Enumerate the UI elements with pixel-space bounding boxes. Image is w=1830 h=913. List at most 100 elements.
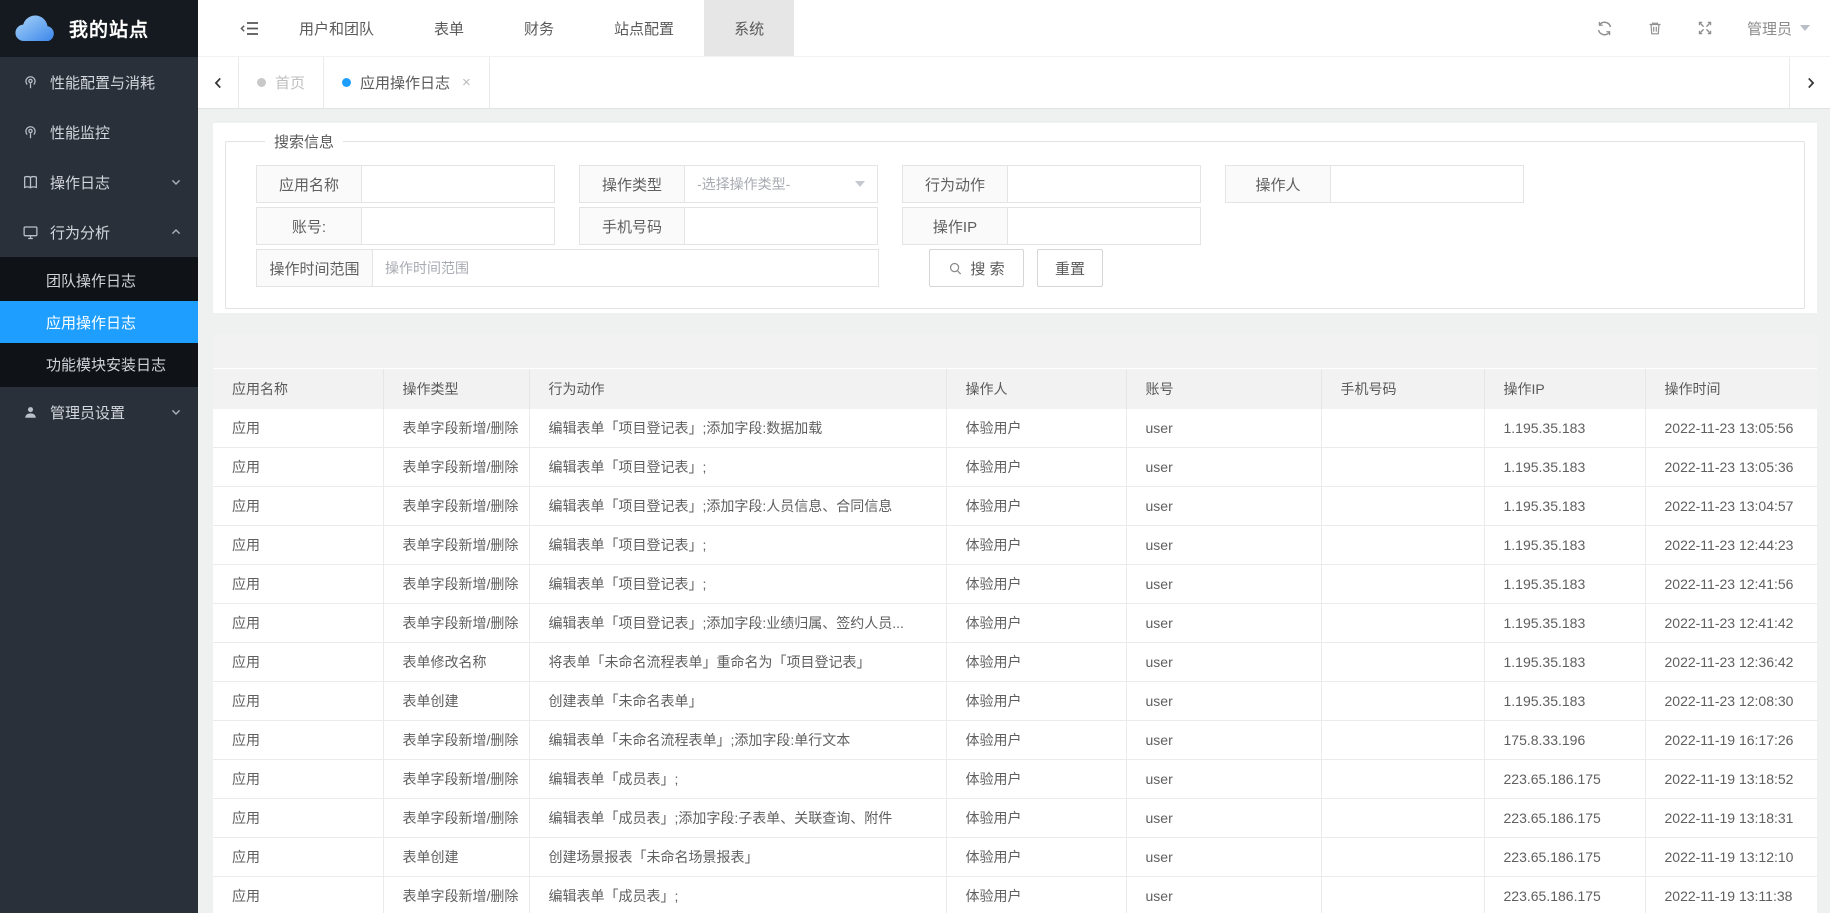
app-name-field: 应用名称: [256, 165, 555, 203]
fullscreen-icon[interactable]: [1697, 20, 1713, 36]
time-range-input[interactable]: [373, 249, 879, 287]
table-cell: 编辑表单「成员表」;添加字段:子表单、关联查询、附件: [529, 799, 946, 838]
table-cell: 2022-11-19 16:17:26: [1645, 721, 1817, 760]
table-cell: 2022-11-19 13:18:52: [1645, 760, 1817, 799]
site-title: 我的站点: [69, 15, 149, 42]
table-cell: user: [1126, 682, 1321, 721]
table-cell: 创建表单「未命名表单」: [529, 682, 946, 721]
table-cell: user: [1126, 760, 1321, 799]
table-cell: 体验用户: [946, 526, 1126, 565]
sidebar-item[interactable]: 管理员设置: [0, 387, 198, 437]
operation-type-label: 操作类型: [579, 165, 685, 203]
monitor-icon: [22, 224, 39, 241]
operation-type-field: 操作类型-选择操作类型-: [579, 165, 878, 203]
table-cell: 体验用户: [946, 760, 1126, 799]
chevron-up-icon: [170, 226, 182, 238]
table-cell: 1.195.35.183: [1484, 409, 1645, 448]
operation-ip-input[interactable]: [1008, 207, 1201, 245]
site-logo[interactable]: 我的站点: [0, 0, 198, 57]
column-header: 操作时间: [1645, 369, 1817, 409]
log-table-panel: 应用名称操作类型行为动作操作人账号手机号码操作IP操作时间 应用表单字段新增/删…: [213, 335, 1817, 913]
topnav-item[interactable]: 财务: [494, 0, 584, 56]
table-cell: 应用: [213, 487, 383, 526]
trash-icon[interactable]: [1647, 20, 1663, 37]
table-cell: user: [1126, 643, 1321, 682]
table-cell: user: [1126, 604, 1321, 643]
tabs-scroll-left-icon[interactable]: [198, 57, 239, 108]
tabs-scroll-right-icon[interactable]: [1789, 57, 1830, 108]
table-cell: 将表单「未命名流程表单」重命名为「项目登记表」: [529, 643, 946, 682]
topnav-item[interactable]: 表单: [404, 0, 494, 56]
table-cell: [1321, 838, 1484, 877]
sidebar-subitem[interactable]: 团队操作日志: [0, 259, 198, 301]
table-cell: 应用: [213, 604, 383, 643]
behavior-action-label: 行为动作: [902, 165, 1008, 203]
table-cell: user: [1126, 409, 1321, 448]
sidebar-subitem[interactable]: 应用操作日志: [0, 301, 198, 343]
topbar: 用户和团队表单财务站点配置系统 管理员: [198, 0, 1830, 57]
reset-button[interactable]: 重置: [1037, 249, 1103, 287]
table-row: 应用表单字段新增/删除编辑表单「项目登记表」;添加字段:数据加载体验用户user…: [213, 409, 1817, 448]
sidebar-item[interactable]: 性能配置与消耗: [0, 57, 198, 107]
table-cell: 体验用户: [946, 721, 1126, 760]
log-table: 应用名称操作类型行为动作操作人账号手机号码操作IP操作时间 应用表单字段新增/删…: [213, 369, 1817, 913]
table-cell: 体验用户: [946, 487, 1126, 526]
table-cell: [1321, 487, 1484, 526]
search-row: 应用名称操作类型-选择操作类型-行为动作操作人: [256, 165, 1804, 203]
sidebar-item[interactable]: 操作日志: [0, 157, 198, 207]
table-cell: 表单创建: [383, 838, 529, 877]
table-cell: user: [1126, 838, 1321, 877]
phone-number-input[interactable]: [685, 207, 878, 245]
refresh-icon[interactable]: [1596, 20, 1613, 37]
account-input[interactable]: [362, 207, 555, 245]
behavior-action-input[interactable]: [1008, 165, 1201, 203]
table-cell: user: [1126, 448, 1321, 487]
tab[interactable]: 应用操作日志×: [324, 57, 490, 108]
app-name-input[interactable]: [362, 165, 555, 203]
search-button-label: 搜 索: [970, 258, 1004, 279]
table-cell: 表单字段新增/删除: [383, 760, 529, 799]
table-cell: 表单字段新增/删除: [383, 604, 529, 643]
account-field: 账号:: [256, 207, 555, 245]
table-cell: 2022-11-19 13:11:38: [1645, 877, 1817, 913]
tabbar: 首页应用操作日志×: [198, 57, 1830, 109]
topnav-item[interactable]: 站点配置: [584, 0, 704, 56]
topnav-item[interactable]: 用户和团队: [269, 0, 404, 56]
admin-dropdown[interactable]: 管理员: [1747, 18, 1810, 39]
sidebar-item[interactable]: 性能监控: [0, 107, 198, 157]
column-header: 行为动作: [529, 369, 946, 409]
table-header-row: 应用名称操作类型行为动作操作人账号手机号码操作IP操作时间: [213, 369, 1817, 409]
table-cell: 2022-11-23 12:44:23: [1645, 526, 1817, 565]
table-cell: 应用: [213, 721, 383, 760]
operation-type-select[interactable]: -选择操作类型-: [685, 165, 878, 203]
topnav-item[interactable]: 系统: [704, 0, 794, 56]
table-cell: 223.65.186.175: [1484, 799, 1645, 838]
tab-close-icon[interactable]: ×: [462, 75, 471, 90]
table-cell: 创建场景报表「未命名场景报表」: [529, 838, 946, 877]
collapse-sidebar-icon[interactable]: [240, 20, 259, 37]
table-cell: [1321, 604, 1484, 643]
sidebar-item[interactable]: 行为分析: [0, 207, 198, 257]
table-cell: 1.195.35.183: [1484, 643, 1645, 682]
table-cell: 体验用户: [946, 604, 1126, 643]
sidebar-subitem[interactable]: 功能模块安装日志: [0, 343, 198, 385]
sidebar-menu: 性能配置与消耗性能监控操作日志行为分析团队操作日志应用操作日志功能模块安装日志管…: [0, 57, 198, 437]
podcast-icon: [22, 124, 39, 141]
table-cell: 编辑表单「成员表」;: [529, 760, 946, 799]
table-cell: 应用: [213, 682, 383, 721]
operator-input[interactable]: [1331, 165, 1524, 203]
table-cell: 体验用户: [946, 565, 1126, 604]
operation-ip-label: 操作IP: [902, 207, 1008, 245]
table-row: 应用表单字段新增/删除编辑表单「成员表」;添加字段:子表单、关联查询、附件体验用…: [213, 799, 1817, 838]
table-cell: 2022-11-19 13:12:10: [1645, 838, 1817, 877]
table-cell: 表单字段新增/删除: [383, 487, 529, 526]
tab[interactable]: 首页: [239, 57, 324, 108]
search-row: 账号:手机号码操作IP: [256, 207, 1804, 245]
table-cell: 应用: [213, 799, 383, 838]
search-button[interactable]: 搜 索: [929, 249, 1024, 287]
table-row: 应用表单修改名称将表单「未命名流程表单」重命名为「项目登记表」体验用户user1…: [213, 643, 1817, 682]
table-row: 应用表单字段新增/删除编辑表单「项目登记表」;体验用户user1.195.35.…: [213, 526, 1817, 565]
table-cell: 编辑表单「未命名流程表单」;添加字段:单行文本: [529, 721, 946, 760]
table-cell: 体验用户: [946, 799, 1126, 838]
table-cell: [1321, 799, 1484, 838]
